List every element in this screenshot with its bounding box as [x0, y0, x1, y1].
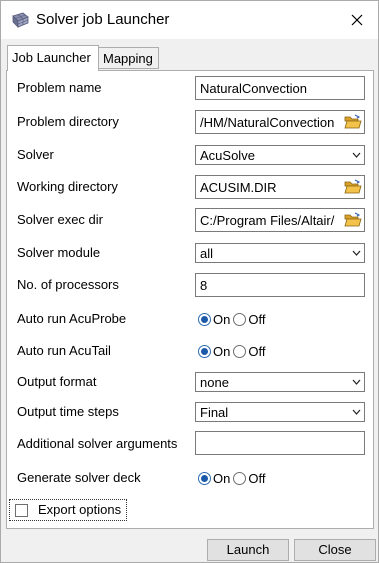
- output-format-select[interactable]: none: [195, 372, 365, 392]
- problem-name-value: NaturalConvection: [200, 81, 307, 96]
- auto-run-acuprobe-label: Auto run AcuProbe: [17, 311, 127, 326]
- acutail-off-label: Off: [248, 343, 266, 359]
- chevron-down-icon: [352, 250, 361, 256]
- acuprobe-off-label: Off: [248, 311, 266, 327]
- output-format-label: Output format: [17, 374, 97, 389]
- solver-deck-off-radio[interactable]: [233, 471, 247, 485]
- problem-name-input[interactable]: NaturalConvection: [195, 76, 365, 100]
- folder-open-icon[interactable]: [344, 114, 362, 130]
- output-time-steps-value: Final: [200, 405, 229, 420]
- close-button[interactable]: Close: [294, 539, 376, 561]
- solver-module-value: all: [200, 246, 214, 261]
- chevron-down-icon: [352, 379, 361, 385]
- grid-app-icon: [12, 12, 29, 28]
- output-format-value: none: [200, 375, 229, 390]
- title-bar: Solver job Launcher: [1, 1, 378, 39]
- output-time-steps-select[interactable]: Final: [195, 402, 365, 422]
- solver-select[interactable]: AcuSolve: [195, 145, 365, 165]
- solver-exec-dir-input[interactable]: C:/Program Files/Altair/: [195, 208, 365, 232]
- problem-directory-value: /HM/NaturalConvection: [200, 115, 335, 130]
- num-processors-label: No. of processors: [17, 277, 119, 292]
- solver-job-launcher-window: Solver job Launcher Job Launcher Mapping…: [0, 0, 379, 563]
- auto-run-acutail-radio-group: On Off: [198, 342, 268, 360]
- auto-run-acutail-label: Auto run AcuTail: [17, 343, 111, 358]
- additional-args-label: Additional solver arguments: [17, 436, 178, 451]
- folder-open-icon[interactable]: [344, 212, 362, 228]
- num-processors-value: 8: [200, 278, 208, 293]
- launch-button[interactable]: Launch: [207, 539, 289, 561]
- export-options-label: Export options: [38, 502, 122, 517]
- chevron-down-icon: [352, 409, 361, 415]
- solver-value: AcuSolve: [200, 148, 255, 163]
- solver-deck-off-label: Off: [248, 470, 266, 486]
- solver-module-label: Solver module: [17, 245, 101, 260]
- close-icon: [351, 14, 363, 26]
- tab-mapping[interactable]: Mapping: [98, 47, 159, 69]
- generate-solver-deck-label: Generate solver deck: [17, 470, 141, 485]
- solver-deck-on-radio[interactable]: [198, 471, 211, 485]
- chevron-down-icon: [352, 152, 361, 158]
- acutail-on-label: On: [213, 343, 231, 359]
- working-directory-label: Working directory: [17, 179, 118, 194]
- job-launcher-panel: Problem name NaturalConvection Problem d…: [6, 70, 374, 529]
- acutail-on-radio[interactable]: [198, 344, 211, 358]
- working-directory-input[interactable]: ACUSIM.DIR: [195, 175, 365, 199]
- export-options-checkbox[interactable]: [15, 504, 28, 517]
- working-directory-value: ACUSIM.DIR: [200, 180, 277, 195]
- acutail-off-radio[interactable]: [233, 344, 247, 358]
- close-window-button[interactable]: [343, 7, 371, 33]
- export-options-toggle[interactable]: Export options: [9, 499, 127, 521]
- problem-directory-label: Problem directory: [17, 114, 119, 129]
- generate-solver-deck-radio-group: On Off: [198, 469, 268, 487]
- additional-args-input[interactable]: [195, 431, 365, 455]
- problem-name-label: Problem name: [17, 80, 102, 95]
- auto-run-acuprobe-radio-group: On Off: [198, 310, 268, 328]
- acuprobe-off-radio[interactable]: [233, 312, 247, 326]
- solver-deck-on-label: On: [213, 470, 231, 486]
- solver-exec-dir-value: C:/Program Files/Altair/: [200, 213, 335, 228]
- solver-module-select[interactable]: all: [195, 243, 365, 263]
- dialog-body: Job Launcher Mapping Problem name Natura…: [1, 39, 378, 562]
- tab-job-launcher[interactable]: Job Launcher: [7, 45, 99, 71]
- solver-label: Solver: [17, 147, 54, 162]
- output-time-steps-label: Output time steps: [17, 404, 119, 419]
- window-title: Solver job Launcher: [36, 11, 170, 28]
- folder-open-icon[interactable]: [344, 179, 362, 195]
- acuprobe-on-label: On: [213, 311, 231, 327]
- num-processors-input[interactable]: 8: [195, 273, 365, 297]
- acuprobe-on-radio[interactable]: [198, 312, 211, 326]
- problem-directory-input[interactable]: /HM/NaturalConvection: [195, 110, 365, 134]
- solver-exec-dir-label: Solver exec dir: [17, 212, 103, 227]
